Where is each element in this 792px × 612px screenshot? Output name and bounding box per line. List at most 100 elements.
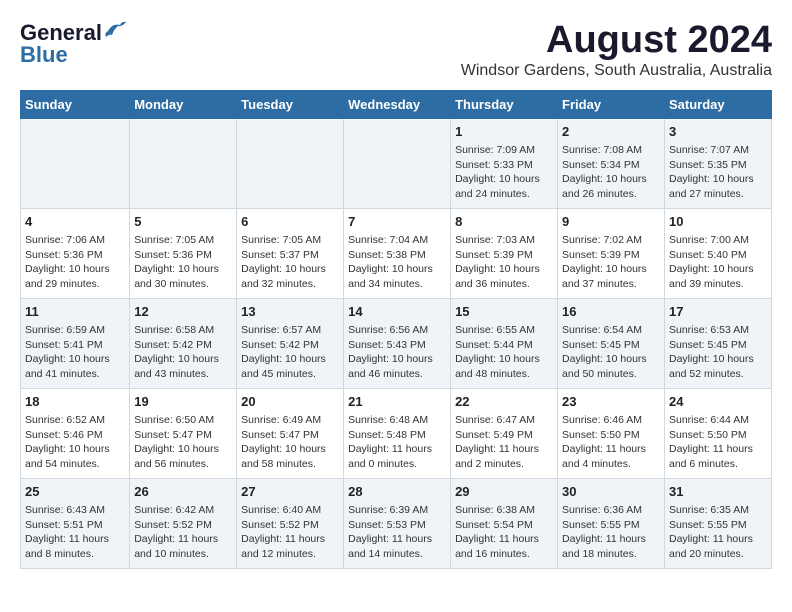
page-title: August 2024 bbox=[461, 20, 772, 62]
calendar-cell: 22 Sunrise: 6:47 AMSunset: 5:49 PMDayligh… bbox=[451, 388, 558, 478]
calendar-cell: 14 Sunrise: 6:56 AMSunset: 5:43 PMDayligh… bbox=[344, 298, 451, 388]
header-monday: Monday bbox=[130, 90, 237, 118]
day-number: 31 bbox=[669, 483, 767, 501]
calendar-cell bbox=[237, 118, 344, 208]
calendar-week-1: 1 Sunrise: 7:09 AMSunset: 5:33 PMDaylight… bbox=[21, 118, 772, 208]
calendar-cell bbox=[344, 118, 451, 208]
day-info: Sunrise: 7:09 AMSunset: 5:33 PMDaylight:… bbox=[455, 143, 553, 202]
header-friday: Friday bbox=[558, 90, 665, 118]
day-info: Sunrise: 6:36 AMSunset: 5:55 PMDaylight:… bbox=[562, 503, 660, 562]
header-thursday: Thursday bbox=[451, 90, 558, 118]
calendar-cell: 11 Sunrise: 6:59 AMSunset: 5:41 PMDayligh… bbox=[21, 298, 130, 388]
day-info: Sunrise: 6:49 AMSunset: 5:47 PMDaylight:… bbox=[241, 413, 339, 472]
calendar-week-5: 25 Sunrise: 6:43 AMSunset: 5:51 PMDayligh… bbox=[21, 478, 772, 568]
day-info: Sunrise: 6:56 AMSunset: 5:43 PMDaylight:… bbox=[348, 323, 446, 382]
day-info: Sunrise: 7:03 AMSunset: 5:39 PMDaylight:… bbox=[455, 233, 553, 292]
day-number: 2 bbox=[562, 123, 660, 141]
day-info: Sunrise: 6:50 AMSunset: 5:47 PMDaylight:… bbox=[134, 413, 232, 472]
day-number: 30 bbox=[562, 483, 660, 501]
calendar-cell: 15Sunrise: 6:55 AMSunset: 5:44 PMDayligh… bbox=[451, 298, 558, 388]
calendar-cell bbox=[130, 118, 237, 208]
day-info: Sunrise: 7:00 AMSunset: 5:40 PMDaylight:… bbox=[669, 233, 767, 292]
day-info: Sunrise: 6:42 AMSunset: 5:52 PMDaylight:… bbox=[134, 503, 232, 562]
page-subtitle: Windsor Gardens, South Australia, Austra… bbox=[461, 62, 772, 80]
calendar-week-4: 18 Sunrise: 6:52 AMSunset: 5:46 PMDayligh… bbox=[21, 388, 772, 478]
day-info: Sunrise: 7:05 AMSunset: 5:37 PMDaylight:… bbox=[241, 233, 339, 292]
day-number: 25 bbox=[25, 483, 125, 501]
day-number: 1 bbox=[455, 123, 553, 141]
calendar-table: SundayMondayTuesdayWednesdayThursdayFrid… bbox=[20, 90, 772, 569]
calendar-cell: 25 Sunrise: 6:43 AMSunset: 5:51 PMDayligh… bbox=[21, 478, 130, 568]
day-info: Sunrise: 6:59 AMSunset: 5:41 PMDaylight:… bbox=[25, 323, 125, 382]
day-number: 28 bbox=[348, 483, 446, 501]
page-header: General Blue August 2024 Windsor Gardens… bbox=[20, 20, 772, 80]
day-number: 13 bbox=[241, 303, 339, 321]
day-info: Sunrise: 7:06 AMSunset: 5:36 PMDaylight:… bbox=[25, 233, 125, 292]
calendar-cell: 4 Sunrise: 7:06 AMSunset: 5:36 PMDaylight… bbox=[21, 208, 130, 298]
day-info: Sunrise: 7:08 AMSunset: 5:34 PMDaylight:… bbox=[562, 143, 660, 202]
calendar-cell: 28 Sunrise: 6:39 AMSunset: 5:53 PMDayligh… bbox=[344, 478, 451, 568]
day-number: 4 bbox=[25, 213, 125, 231]
day-number: 12 bbox=[134, 303, 232, 321]
day-info: Sunrise: 6:44 AMSunset: 5:50 PMDaylight:… bbox=[669, 413, 767, 472]
calendar-cell: 6Sunrise: 7:05 AMSunset: 5:37 PMDaylight… bbox=[237, 208, 344, 298]
day-number: 19 bbox=[134, 393, 232, 411]
day-info: Sunrise: 7:02 AMSunset: 5:39 PMDaylight:… bbox=[562, 233, 660, 292]
calendar-cell: 3Sunrise: 7:07 AMSunset: 5:35 PMDaylight… bbox=[664, 118, 771, 208]
calendar-week-3: 11 Sunrise: 6:59 AMSunset: 5:41 PMDayligh… bbox=[21, 298, 772, 388]
day-info: Sunrise: 6:40 AMSunset: 5:52 PMDaylight:… bbox=[241, 503, 339, 562]
day-number: 3 bbox=[669, 123, 767, 141]
logo-bird-icon bbox=[104, 21, 126, 41]
logo-blue: Blue bbox=[20, 42, 68, 68]
header-tuesday: Tuesday bbox=[237, 90, 344, 118]
header-saturday: Saturday bbox=[664, 90, 771, 118]
calendar-cell: 13 Sunrise: 6:57 AMSunset: 5:42 PMDayligh… bbox=[237, 298, 344, 388]
day-number: 26 bbox=[134, 483, 232, 501]
calendar-header-row: SundayMondayTuesdayWednesdayThursdayFrid… bbox=[21, 90, 772, 118]
calendar-cell: 20 Sunrise: 6:49 AMSunset: 5:47 PMDayligh… bbox=[237, 388, 344, 478]
day-number: 7 bbox=[348, 213, 446, 231]
day-info: Sunrise: 6:39 AMSunset: 5:53 PMDaylight:… bbox=[348, 503, 446, 562]
calendar-week-2: 4 Sunrise: 7:06 AMSunset: 5:36 PMDaylight… bbox=[21, 208, 772, 298]
day-info: Sunrise: 7:05 AMSunset: 5:36 PMDaylight:… bbox=[134, 233, 232, 292]
calendar-cell: 21 Sunrise: 6:48 AMSunset: 5:48 PMDayligh… bbox=[344, 388, 451, 478]
day-number: 22 bbox=[455, 393, 553, 411]
calendar-cell: 24Sunrise: 6:44 AMSunset: 5:50 PMDayligh… bbox=[664, 388, 771, 478]
day-info: Sunrise: 6:52 AMSunset: 5:46 PMDaylight:… bbox=[25, 413, 125, 472]
calendar-cell: 19 Sunrise: 6:50 AMSunset: 5:47 PMDayligh… bbox=[130, 388, 237, 478]
day-number: 11 bbox=[25, 303, 125, 321]
calendar-cell: 31 Sunrise: 6:35 AMSunset: 5:55 PMDayligh… bbox=[664, 478, 771, 568]
calendar-cell: 12Sunrise: 6:58 AMSunset: 5:42 PMDayligh… bbox=[130, 298, 237, 388]
calendar-cell: 18 Sunrise: 6:52 AMSunset: 5:46 PMDayligh… bbox=[21, 388, 130, 478]
calendar-cell: 16Sunrise: 6:54 AMSunset: 5:45 PMDayligh… bbox=[558, 298, 665, 388]
day-number: 23 bbox=[562, 393, 660, 411]
day-info: Sunrise: 6:55 AMSunset: 5:44 PMDaylight:… bbox=[455, 323, 553, 382]
logo: General Blue bbox=[20, 20, 126, 68]
calendar-cell: 2 Sunrise: 7:08 AMSunset: 5:34 PMDaylight… bbox=[558, 118, 665, 208]
calendar-cell: 7Sunrise: 7:04 AMSunset: 5:38 PMDaylight… bbox=[344, 208, 451, 298]
day-number: 9 bbox=[562, 213, 660, 231]
day-number: 14 bbox=[348, 303, 446, 321]
calendar-cell bbox=[21, 118, 130, 208]
calendar-cell: 29Sunrise: 6:38 AMSunset: 5:54 PMDayligh… bbox=[451, 478, 558, 568]
calendar-cell: 23Sunrise: 6:46 AMSunset: 5:50 PMDayligh… bbox=[558, 388, 665, 478]
day-info: Sunrise: 6:47 AMSunset: 5:49 PMDaylight:… bbox=[455, 413, 553, 472]
calendar-cell: 8Sunrise: 7:03 AMSunset: 5:39 PMDaylight… bbox=[451, 208, 558, 298]
day-number: 5 bbox=[134, 213, 232, 231]
day-info: Sunrise: 6:35 AMSunset: 5:55 PMDaylight:… bbox=[669, 503, 767, 562]
day-info: Sunrise: 6:48 AMSunset: 5:48 PMDaylight:… bbox=[348, 413, 446, 472]
calendar-cell: 1 Sunrise: 7:09 AMSunset: 5:33 PMDaylight… bbox=[451, 118, 558, 208]
calendar-cell: 26 Sunrise: 6:42 AMSunset: 5:52 PMDayligh… bbox=[130, 478, 237, 568]
header-sunday: Sunday bbox=[21, 90, 130, 118]
day-number: 10 bbox=[669, 213, 767, 231]
day-number: 17 bbox=[669, 303, 767, 321]
calendar-cell: 5 Sunrise: 7:05 AMSunset: 5:36 PMDaylight… bbox=[130, 208, 237, 298]
day-number: 21 bbox=[348, 393, 446, 411]
calendar-cell: 30 Sunrise: 6:36 AMSunset: 5:55 PMDayligh… bbox=[558, 478, 665, 568]
day-info: Sunrise: 6:43 AMSunset: 5:51 PMDaylight:… bbox=[25, 503, 125, 562]
calendar-cell: 10 Sunrise: 7:00 AMSunset: 5:40 PMDayligh… bbox=[664, 208, 771, 298]
day-info: Sunrise: 6:57 AMSunset: 5:42 PMDaylight:… bbox=[241, 323, 339, 382]
day-number: 20 bbox=[241, 393, 339, 411]
day-number: 18 bbox=[25, 393, 125, 411]
calendar-cell: 9 Sunrise: 7:02 AMSunset: 5:39 PMDaylight… bbox=[558, 208, 665, 298]
